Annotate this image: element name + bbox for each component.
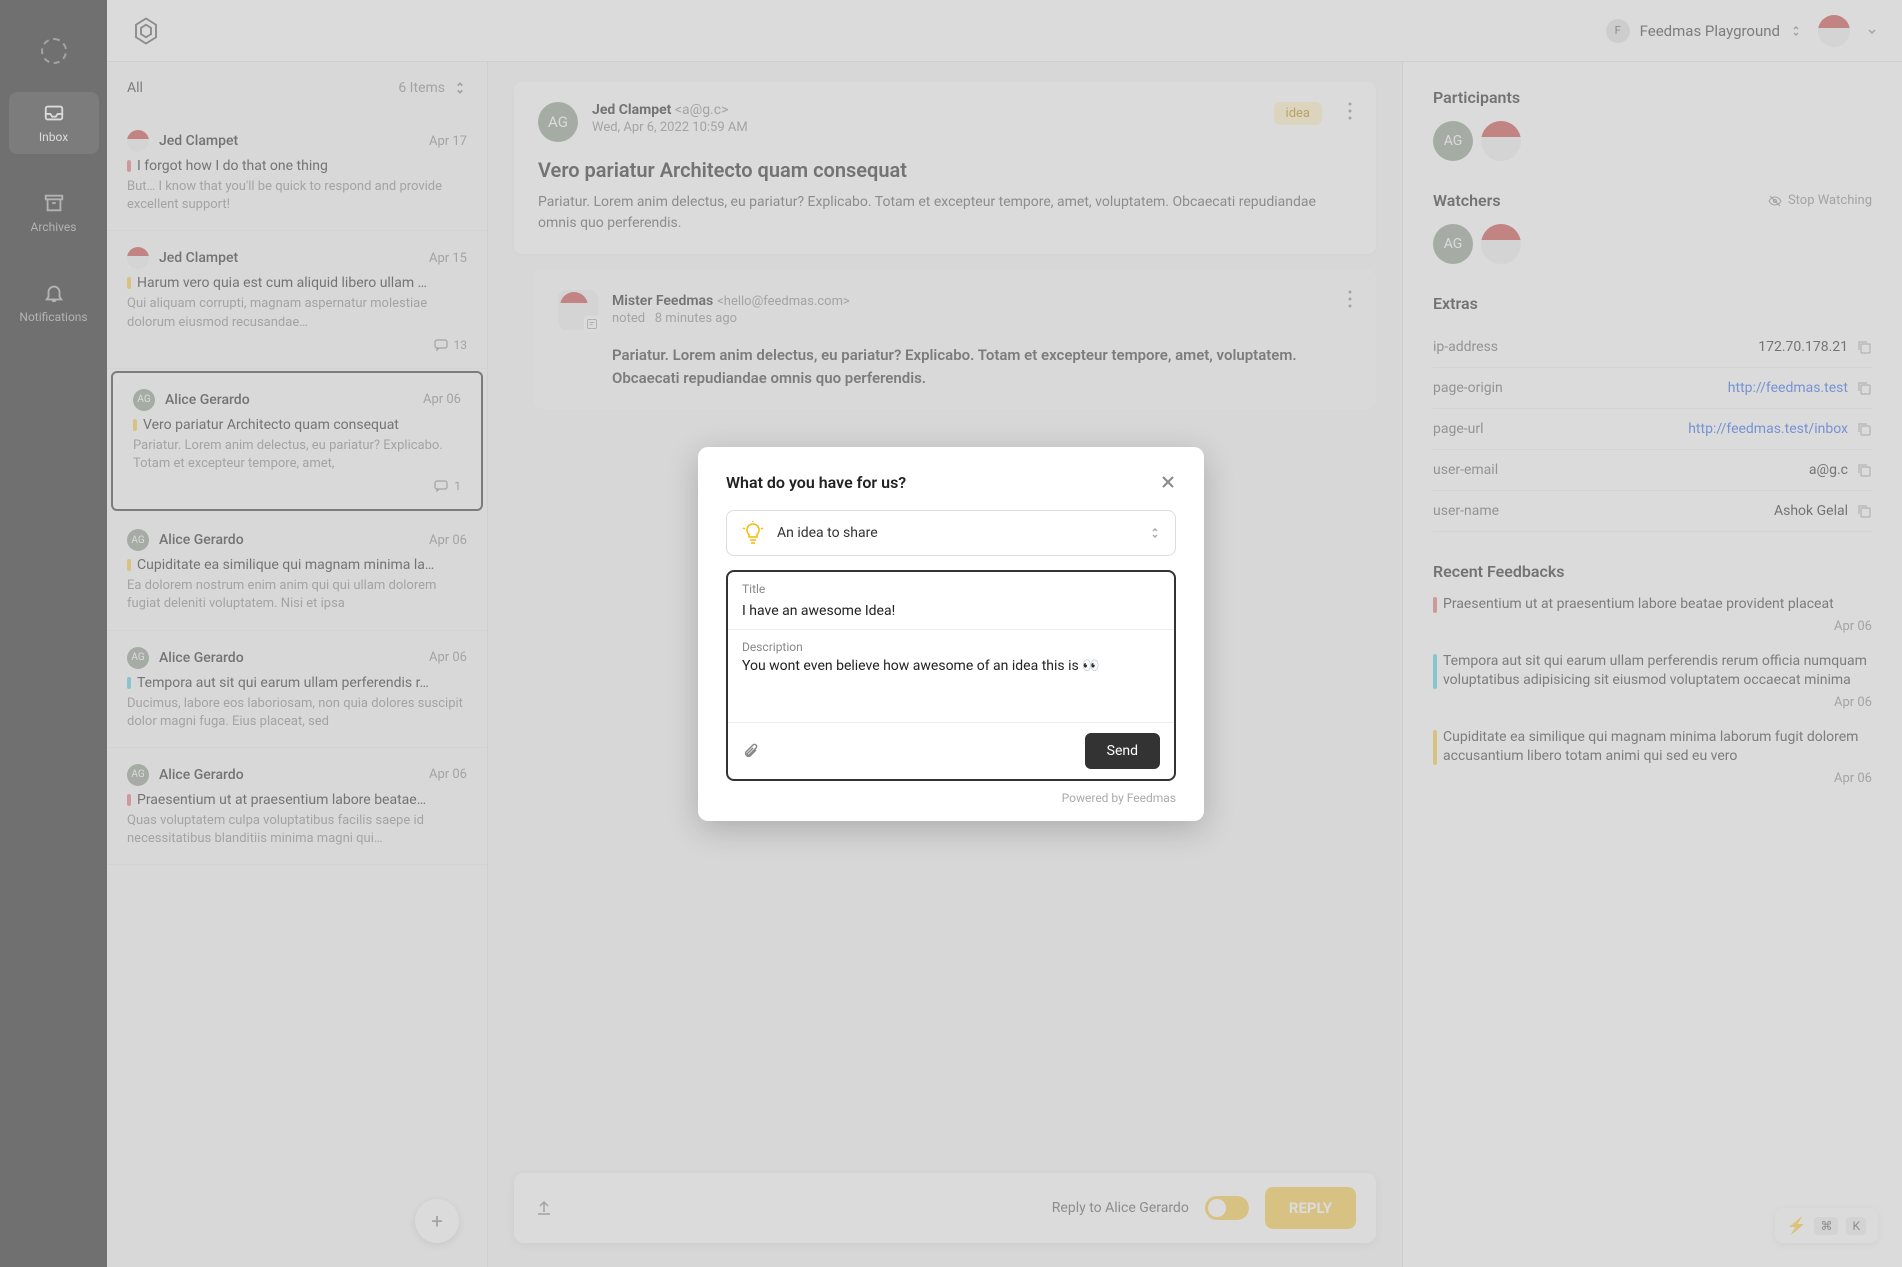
powered-by: Powered by Feedmas	[726, 791, 1176, 805]
description-input[interactable]	[742, 658, 1160, 708]
feedback-type-selector[interactable]: An idea to share	[726, 510, 1176, 556]
title-input[interactable]	[742, 603, 1160, 619]
paperclip-icon[interactable]	[742, 742, 760, 760]
send-button[interactable]: Send	[1085, 733, 1160, 769]
close-icon[interactable]	[1160, 474, 1176, 490]
modal-overlay[interactable]: What do you have for us? An idea to shar…	[0, 0, 1902, 1267]
title-label: Title	[742, 582, 1160, 596]
description-label: Description	[742, 640, 1160, 654]
modal-heading: What do you have for us?	[726, 473, 906, 492]
chevron-updown-icon	[1149, 527, 1161, 539]
lightbulb-icon	[741, 521, 765, 545]
feedback-type-label: An idea to share	[777, 525, 1137, 541]
feedback-modal: What do you have for us? An idea to shar…	[698, 447, 1204, 821]
